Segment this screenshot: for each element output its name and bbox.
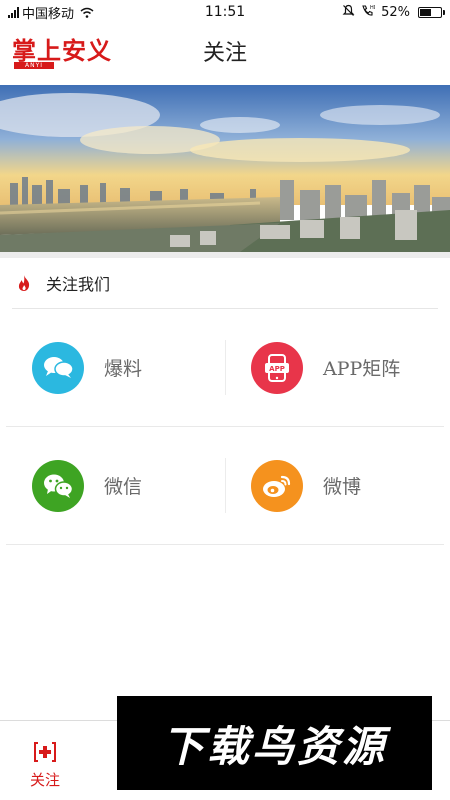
section-title: 关注我们 xyxy=(46,275,111,294)
wechat-icon xyxy=(32,459,84,512)
wifi-icon xyxy=(80,7,94,18)
svg-text:HD: HD xyxy=(370,5,375,11)
battery-icon xyxy=(418,6,445,18)
watermark-overlay: 下载鸟资源 xyxy=(117,696,432,790)
wechat-button[interactable]: 微信 xyxy=(0,427,225,544)
plus-bracket-icon xyxy=(33,741,57,763)
tab-follow[interactable]: 关注 xyxy=(0,721,90,800)
app-matrix-label: APP矩阵 xyxy=(323,358,401,380)
carrier-label: 中国移动 xyxy=(22,6,75,22)
svg-text:APP: APP xyxy=(269,365,285,373)
grid-row: 微信 微博 xyxy=(0,427,450,545)
weibo-label: 微博 xyxy=(323,476,362,498)
follow-grid: 爆料 APP APP矩阵 微信 微博 xyxy=(0,309,450,545)
weibo-icon xyxy=(251,459,303,512)
page-title: 关注 xyxy=(202,41,247,66)
city-banner-image[interactable] xyxy=(0,85,450,252)
signal-icon xyxy=(8,6,19,18)
wechat-label: 微信 xyxy=(104,476,143,498)
section-header: 关注我们 xyxy=(0,258,450,308)
app-matrix-button[interactable]: APP APP矩阵 xyxy=(225,309,450,426)
flame-icon xyxy=(16,274,32,292)
app-phone-icon: APP xyxy=(251,341,303,394)
watermark-text: 下载鸟资源 xyxy=(161,721,387,771)
grid-row: 爆料 APP APP矩阵 xyxy=(0,309,450,427)
baoliao-label: 爆料 xyxy=(104,358,143,380)
status-time: 11:51 xyxy=(204,4,246,20)
status-bar: 中国移动 11:51 HD 52% xyxy=(0,0,450,24)
mute-bell-icon xyxy=(342,4,355,21)
chat-bubbles-icon xyxy=(32,341,84,394)
tab-follow-label: 关注 xyxy=(29,771,60,789)
hd-call-icon: HD xyxy=(361,4,378,21)
weibo-button[interactable]: 微博 xyxy=(225,427,450,544)
battery-label: 52% xyxy=(381,4,410,20)
row-divider xyxy=(6,544,444,545)
app-header: 掌上安义 ANYI 关注 xyxy=(0,24,450,84)
baoliao-button[interactable]: 爆料 xyxy=(0,309,225,426)
